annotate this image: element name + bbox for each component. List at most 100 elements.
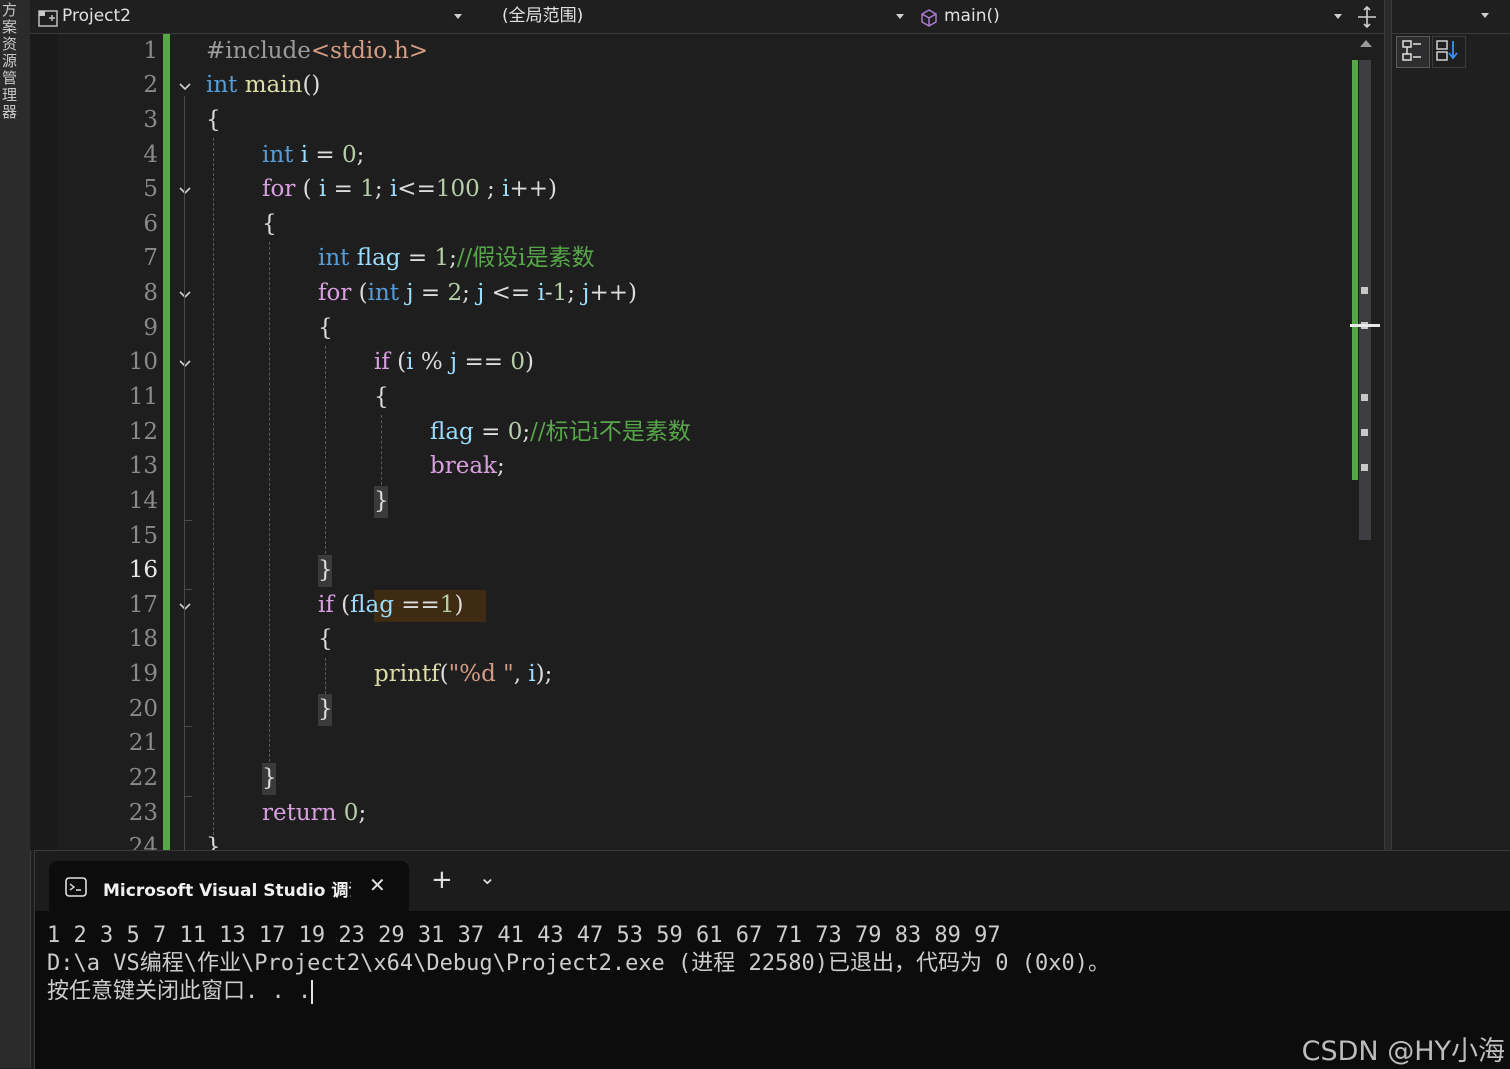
code-line-19: printf("%d ", i); xyxy=(374,661,553,687)
overview-mark xyxy=(1361,464,1368,471)
new-tab-button[interactable]: + xyxy=(431,867,453,893)
project-dropdown[interactable]: Project2 xyxy=(32,2,468,30)
chevron-down-icon xyxy=(896,14,904,19)
code-line-16: } xyxy=(318,557,333,583)
close-icon[interactable]: ✕ xyxy=(369,873,386,897)
code-editor[interactable]: 1 2 3 4 5 6 7 8 9 10 11 12 13 14 15 16 1… xyxy=(30,34,1350,850)
line-number: 20 xyxy=(128,696,158,722)
outline-line xyxy=(184,96,185,850)
scope-dropdown[interactable]: (全局范围) xyxy=(472,2,910,30)
code-line-6: { xyxy=(262,211,277,237)
change-tracking-bar xyxy=(163,34,170,850)
line-number: 23 xyxy=(128,800,158,826)
scope-label: (全局范围) xyxy=(502,6,584,26)
line-number: 5 xyxy=(143,176,158,202)
console-icon xyxy=(65,877,87,901)
debug-console-window[interactable]: Microsoft Visual Studio 调试控制台 ✕ + ⌄ 1 2 … xyxy=(34,850,1510,1069)
line-number: 4 xyxy=(143,142,158,168)
chevron-down-icon xyxy=(1334,14,1342,19)
code-line-2: int main() xyxy=(206,72,321,98)
project-label: Project2 xyxy=(62,6,131,26)
code-line-10: if (i % j == 0) xyxy=(374,349,534,375)
line-number: 11 xyxy=(128,384,158,410)
line-number: 6 xyxy=(143,211,158,237)
line-number: 22 xyxy=(128,765,158,791)
line-number: 1 xyxy=(143,38,158,64)
code-line-1: #include<stdio.h> xyxy=(206,38,429,64)
fold-chevron-icon[interactable] xyxy=(178,183,192,197)
navigation-bar: Project2 (全局范围) main() xyxy=(30,0,1390,34)
project-icon xyxy=(38,8,58,36)
code-line-7: int flag = 1;//假设i是素数 xyxy=(318,245,595,271)
member-dropdown[interactable]: main() xyxy=(914,2,1348,30)
line-number: 10 xyxy=(128,349,158,375)
line-number: 14 xyxy=(128,488,158,514)
caret-position-marker xyxy=(1350,324,1380,327)
code-line-12: flag = 0;//标记i不是素数 xyxy=(430,419,691,445)
sort-icon xyxy=(1436,40,1458,61)
scroll-up-arrow-icon[interactable] xyxy=(1360,40,1372,47)
fold-chevron-icon[interactable] xyxy=(178,79,192,93)
watermark: CSDN @HY小海 xyxy=(1301,1036,1505,1067)
code-line-11: { xyxy=(374,384,389,410)
code-line-3: { xyxy=(206,107,221,133)
chevron-down-icon xyxy=(454,14,462,19)
outline-tick xyxy=(184,726,192,727)
line-number: 3 xyxy=(143,107,158,133)
line-number: 13 xyxy=(128,453,158,479)
terminal-tab-title: Microsoft Visual Studio 调试控制台 xyxy=(103,881,351,901)
line-number: 2 xyxy=(143,72,158,98)
terminal-tab[interactable]: Microsoft Visual Studio 调试控制台 ✕ xyxy=(49,861,409,911)
fold-chevron-icon[interactable] xyxy=(178,287,192,301)
line-number: 21 xyxy=(128,730,158,756)
line-number-current: 16 xyxy=(128,557,158,583)
code-line-17: if (flag ==1) xyxy=(318,592,464,618)
fold-chevron-icon[interactable] xyxy=(178,599,192,613)
indent-guide xyxy=(325,346,326,554)
text-cursor xyxy=(311,980,314,1004)
split-window-icon[interactable] xyxy=(1354,4,1380,30)
fold-chevron-icon[interactable] xyxy=(178,356,192,370)
overview-mark xyxy=(1361,394,1368,401)
method-cube-icon xyxy=(920,8,938,36)
outline-tick xyxy=(184,520,192,521)
sort-button[interactable] xyxy=(1432,36,1466,68)
terminal-tab-bar: Microsoft Visual Studio 调试控制台 ✕ + ⌄ xyxy=(35,851,1510,911)
code-line-22: } xyxy=(262,765,277,791)
line-number: 17 xyxy=(128,592,158,618)
indent-guide xyxy=(381,415,382,485)
line-number: 8 xyxy=(143,280,158,306)
overview-mark xyxy=(1361,429,1368,436)
indent-guide xyxy=(269,242,270,762)
code-line-4: int i = 0; xyxy=(262,142,365,168)
line-number: 19 xyxy=(128,661,158,687)
outline-tick xyxy=(184,589,192,590)
console-output-line: D:\a VS编程\作业\Project2\x64\Debug\Project2… xyxy=(47,951,1110,976)
tab-dropdown-chevron-icon[interactable]: ⌄ xyxy=(479,865,496,889)
solution-explorer-label: 方案资源管理器 xyxy=(2,1,18,121)
console-output-line: 按任意键关闭此窗口. . . xyxy=(47,979,314,1004)
line-number: 12 xyxy=(128,419,158,445)
class-view-icon xyxy=(1402,40,1421,61)
code-line-9: { xyxy=(318,315,333,341)
code-line-13: break; xyxy=(430,453,505,479)
member-label: main() xyxy=(944,6,1000,26)
code-line-18: { xyxy=(318,626,333,652)
code-line-24: } xyxy=(206,834,221,850)
outline-tick xyxy=(184,796,192,797)
line-number: 7 xyxy=(143,245,158,271)
code-line-5: for ( i = 1; i<=100 ; i++) xyxy=(262,176,558,202)
code-line-23: return 0; xyxy=(262,800,367,826)
code-line-20: } xyxy=(318,696,333,722)
line-number: 15 xyxy=(128,523,158,549)
indent-guide xyxy=(213,138,214,850)
change-overview-bar xyxy=(1352,60,1358,480)
class-view-button[interactable] xyxy=(1396,36,1430,68)
indent-guide xyxy=(325,658,326,694)
code-line-8: for (int j = 2; j <= i-1; j++) xyxy=(318,280,637,306)
console-output-line: 1 2 3 5 7 11 13 17 19 23 29 31 37 41 43 … xyxy=(47,923,1001,948)
overview-mark xyxy=(1361,287,1368,294)
solution-explorer-tab[interactable]: 方案资源管理器 xyxy=(0,0,31,1068)
chevron-down-icon[interactable] xyxy=(1481,13,1489,18)
code-line-14: } xyxy=(374,488,389,514)
